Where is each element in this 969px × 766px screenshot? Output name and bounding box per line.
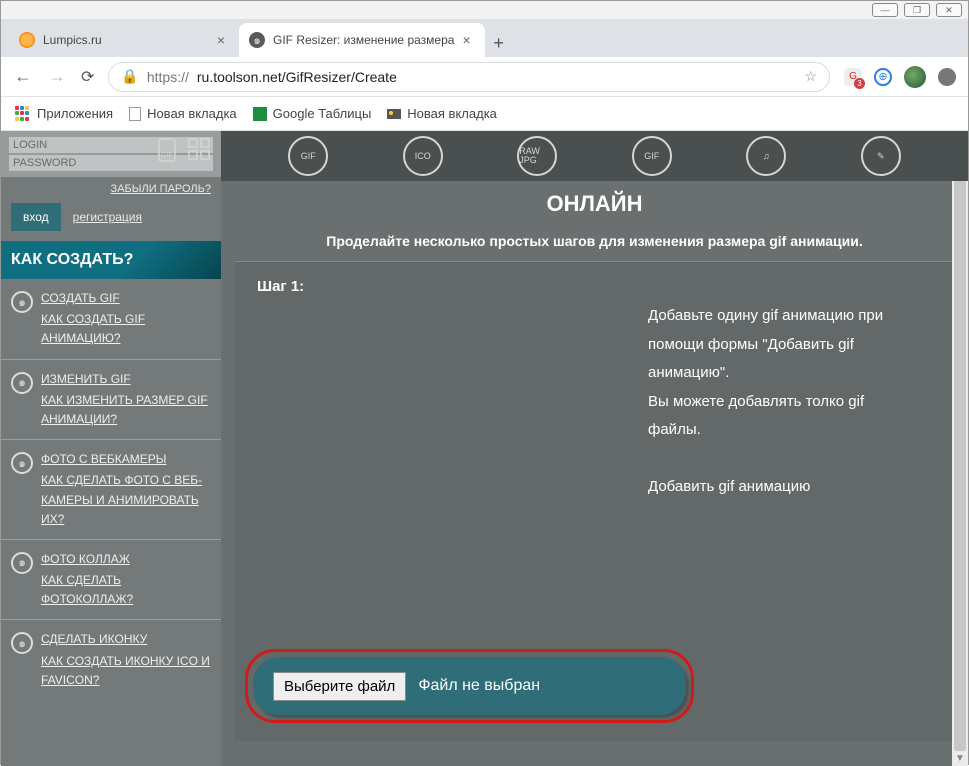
nav-gif2-icon[interactable]: GIF [632, 136, 672, 176]
sidebar-link[interactable]: КАК СОЗДАТЬ GIF АНИМАЦИЮ? [41, 310, 215, 348]
gif-file-icon: GIF [155, 137, 181, 165]
close-icon[interactable]: × [462, 32, 470, 48]
file-upload[interactable]: Выберите файл Файл не выбран [253, 657, 686, 715]
instr-line: Вы можете добавлять толко gif файлы. [648, 388, 918, 445]
window-close[interactable]: ✕ [936, 3, 962, 17]
scroll-thumb[interactable] [954, 146, 966, 751]
sidebar-link[interactable]: СДЕЛАТЬ ИКОНКУ [41, 630, 215, 649]
image-icon [387, 109, 401, 119]
instr-line: Добавьте одину gif анимацию при помощи ф… [648, 302, 918, 388]
instructions: Добавьте одину gif анимацию при помощи ф… [648, 302, 918, 502]
step-panel: Шаг 1: Добавьте одину gif анимацию при п… [235, 261, 954, 741]
nav-gif-icon[interactable]: GIF [288, 136, 328, 176]
page-body: LOGIN PASSWORD GIF ЗАБЫЛИ ПАРОЛЬ? вход р… [1, 131, 968, 766]
bookmark-label: Новая вкладка [147, 106, 237, 121]
sidebar-link[interactable]: ФОТО С ВЕБКАМЕРЫ [41, 450, 215, 469]
tab-title: GIF Resizer: изменение размера [273, 33, 454, 47]
forgot-password-link[interactable]: ЗАБЫЛИ ПАРОЛЬ? [1, 177, 221, 199]
bookmark-item[interactable]: Новая вкладка [387, 106, 497, 121]
forward-button[interactable]: → [47, 66, 67, 87]
file-status: Файл не выбран [418, 677, 540, 695]
toolbar: ← → ⟳ 🔒 https:// ru.toolson.net/GifResize… [1, 57, 968, 97]
login-button[interactable]: вход [11, 203, 61, 231]
page-subtitle: ОНЛАЙН [221, 191, 968, 217]
window-maximize[interactable]: ❐ [904, 3, 930, 17]
instr-line: Добавить gif анимацию [648, 473, 918, 502]
grid-icon [187, 137, 213, 165]
bookmark-label: Новая вкладка [407, 106, 497, 121]
file-upload-highlight: Выберите файл Файл не выбран [245, 649, 694, 723]
reload-button[interactable]: ⟳ [81, 67, 94, 87]
sheets-icon [253, 107, 267, 121]
bookmark-item[interactable]: Google Таблицы [253, 106, 372, 121]
bookmark-label: Google Таблицы [273, 106, 372, 121]
new-tab-button[interactable]: + [485, 29, 513, 57]
window-controls: — ❐ ✕ [1, 1, 968, 19]
bookmark-item[interactable]: Новая вкладка [129, 106, 237, 121]
choose-file-button[interactable]: Выберите файл [273, 672, 406, 701]
favicon-toolson-icon: ๑ [249, 32, 265, 48]
apps-shortcut[interactable]: Приложения [15, 106, 113, 122]
page-icon [129, 107, 141, 121]
sidebar-link[interactable]: ФОТО КОЛЛАЖ [41, 550, 215, 569]
sidebar-item-resize-gif[interactable]: ๑ ИЗМЕНИТЬ GIF КАК ИЗМЕНИТЬ РАЗМЕР GIF А… [1, 360, 221, 441]
tab-title: Lumpics.ru [43, 33, 102, 47]
back-button[interactable]: ← [13, 66, 33, 87]
star-icon[interactable]: ☆ [804, 68, 817, 85]
tab-gifresizer[interactable]: ๑ GIF Resizer: изменение размера × [239, 23, 485, 57]
swirl-icon: ๑ [11, 632, 33, 654]
sidebar-item-webcam[interactable]: ๑ ФОТО С ВЕБКАМЕРЫ КАК СДЕЛАТЬ ФОТО С ВЕ… [1, 440, 221, 540]
nav-edit-icon[interactable]: ✎ [861, 136, 901, 176]
site-sidebar: LOGIN PASSWORD GIF ЗАБЫЛИ ПАРОЛЬ? вход р… [1, 131, 221, 766]
nav-raw-icon[interactable]: RAW JPG [517, 136, 557, 176]
browser-actions: G ⊕ [844, 66, 956, 88]
nav-ico-icon[interactable]: ICO [403, 136, 443, 176]
extension-icon[interactable]: G [844, 68, 862, 86]
sidebar-link[interactable]: КАК СОЗДАТЬ ИКОНКУ ICO И FAVICON? [41, 652, 215, 690]
address-bar[interactable]: 🔒 https:// ru.toolson.net/GifResizer/Crea… [108, 62, 830, 92]
sidebar-item-icon[interactable]: ๑ СДЕЛАТЬ ИКОНКУ КАК СОЗДАТЬ ИКОНКУ ICO … [1, 620, 221, 700]
sidebar-item-create-gif[interactable]: ๑ СОЗДАТЬ GIF КАК СОЗДАТЬ GIF АНИМАЦИЮ? [1, 279, 221, 360]
scroll-down-icon[interactable]: ▼ [955, 753, 965, 764]
profile-avatar[interactable] [904, 66, 926, 88]
menu-icon[interactable] [938, 68, 956, 86]
tab-lumpics[interactable]: Lumpics.ru × [9, 23, 239, 57]
sidebar-link[interactable]: КАК СДЕЛАТЬ ФОТО С ВЕБ-КАМЕРЫ И АНИМИРОВ… [41, 471, 215, 529]
close-icon[interactable]: × [217, 32, 225, 48]
tab-strip: Lumpics.ru × ๑ GIF Resizer: изменение ра… [1, 19, 968, 57]
url-protocol: https:// [147, 69, 189, 85]
sidebar-link[interactable]: ИЗМЕНИТЬ GIF [41, 370, 215, 389]
globe-icon[interactable]: ⊕ [874, 68, 892, 86]
swirl-icon: ๑ [11, 372, 33, 394]
main-content: GIF RESIZER: ИЗМЕНЕНИЕ РАЗМЕРА GIF АНИМА… [221, 131, 968, 766]
sidebar-link[interactable]: КАК СДЕЛАТЬ ФОТОКОЛЛАЖ? [41, 571, 215, 609]
step-label: Шаг 1: [257, 278, 932, 295]
register-link[interactable]: регистрация [73, 203, 142, 231]
url-rest: ru.toolson.net/GifResizer/Create [197, 69, 397, 85]
bookmarks-bar: Приложения Новая вкладка Google Таблицы … [1, 97, 968, 131]
intro-text: Проделайте несколько простых шагов для и… [221, 233, 968, 249]
swirl-icon: ๑ [11, 552, 33, 574]
scrollbar-vertical[interactable]: ▲ ▼ [952, 131, 968, 766]
sidebar-item-collage[interactable]: ๑ ФОТО КОЛЛАЖ КАК СДЕЛАТЬ ФОТОКОЛЛАЖ? [1, 540, 221, 621]
nav-music-icon[interactable]: ♫ [746, 136, 786, 176]
apps-label: Приложения [37, 106, 113, 121]
lock-icon: 🔒 [121, 68, 138, 85]
login-box: LOGIN PASSWORD GIF [1, 131, 221, 177]
swirl-icon: ๑ [11, 291, 33, 313]
favicon-lumpics-icon [19, 32, 35, 48]
swirl-icon: ๑ [11, 452, 33, 474]
sidebar-link[interactable]: КАК ИЗМЕНИТЬ РАЗМЕР GIF АНИМАЦИИ? [41, 391, 215, 429]
svg-text:GIF: GIF [161, 152, 173, 159]
window-minimize[interactable]: — [872, 3, 898, 17]
tool-nav: GIF ICO RAW JPG GIF ♫ ✎ [221, 131, 968, 181]
apps-icon [15, 106, 31, 122]
sidebar-heading: КАК СОЗДАТЬ? [1, 241, 221, 279]
sidebar-link[interactable]: СОЗДАТЬ GIF [41, 289, 215, 308]
